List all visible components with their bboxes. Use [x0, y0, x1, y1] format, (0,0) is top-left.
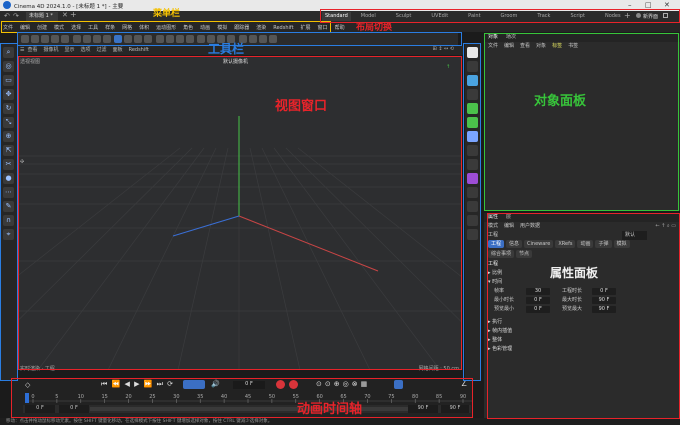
menu-bar-annotation: 菜单栏 [153, 9, 181, 19]
view-menu-item-1[interactable]: 摄像机 [44, 47, 59, 53]
view-menu-item-3[interactable]: 选项 [81, 47, 91, 53]
close-icon[interactable]: ✕ [664, 1, 670, 9]
close-tab-icon[interactable]: ✕ [62, 11, 68, 19]
toolbar-annotation: 工具栏 [208, 42, 245, 56]
status-bar: 移动：点击并拖动鼠标移动元素。按住 SHIFT 键量化移动，在选择模式下按住 S… [0, 418, 680, 425]
minimize-icon[interactable]: – [628, 1, 632, 9]
timeline-annotation: 动画时间轴 [297, 402, 363, 417]
timeline-highlight [11, 378, 473, 418]
hamburger-icon[interactable]: ☰ [20, 47, 24, 53]
view-menu-item-5[interactable]: 面板 [113, 47, 123, 53]
attr-panel-annotation: 属性面板 [550, 266, 599, 280]
undo-icon[interactable]: ↶ [4, 12, 10, 20]
document-tab[interactable]: 未标题 1 * [26, 12, 58, 21]
viewport-highlight [18, 56, 462, 370]
maximize-icon[interactable]: □ [645, 1, 652, 9]
object-panel-annotation: 对象面板 [534, 94, 587, 109]
toolbar-highlight-right [463, 43, 481, 381]
layout-switch-annotation: 布局切换 [356, 23, 393, 33]
view-menu-item-0[interactable]: 查看 [27, 47, 37, 53]
viewport-controls-icon[interactable]: ⊞ ↕ ↔ ⟲ [432, 46, 454, 52]
view-menu-item-6[interactable]: Redshift [129, 47, 149, 53]
toolbar-highlight-left [0, 43, 18, 381]
menu-item-18[interactable]: 帮助 [335, 25, 345, 31]
app-logo-icon [3, 1, 11, 9]
view-menu-item-4[interactable]: 过滤 [97, 47, 107, 53]
viewport-annotation: 视图窗口 [275, 99, 328, 114]
object-panel-highlight [484, 33, 679, 211]
view-menu-item-2[interactable]: 显示 [65, 47, 75, 53]
redo-icon[interactable]: ↷ [13, 12, 19, 20]
new-tab-icon[interactable]: + [70, 10, 77, 19]
window-title: Cinema 4D 2024.1.0 - [未标题 1 *] - 主要 [14, 4, 124, 10]
attr-panel-highlight [487, 213, 680, 419]
